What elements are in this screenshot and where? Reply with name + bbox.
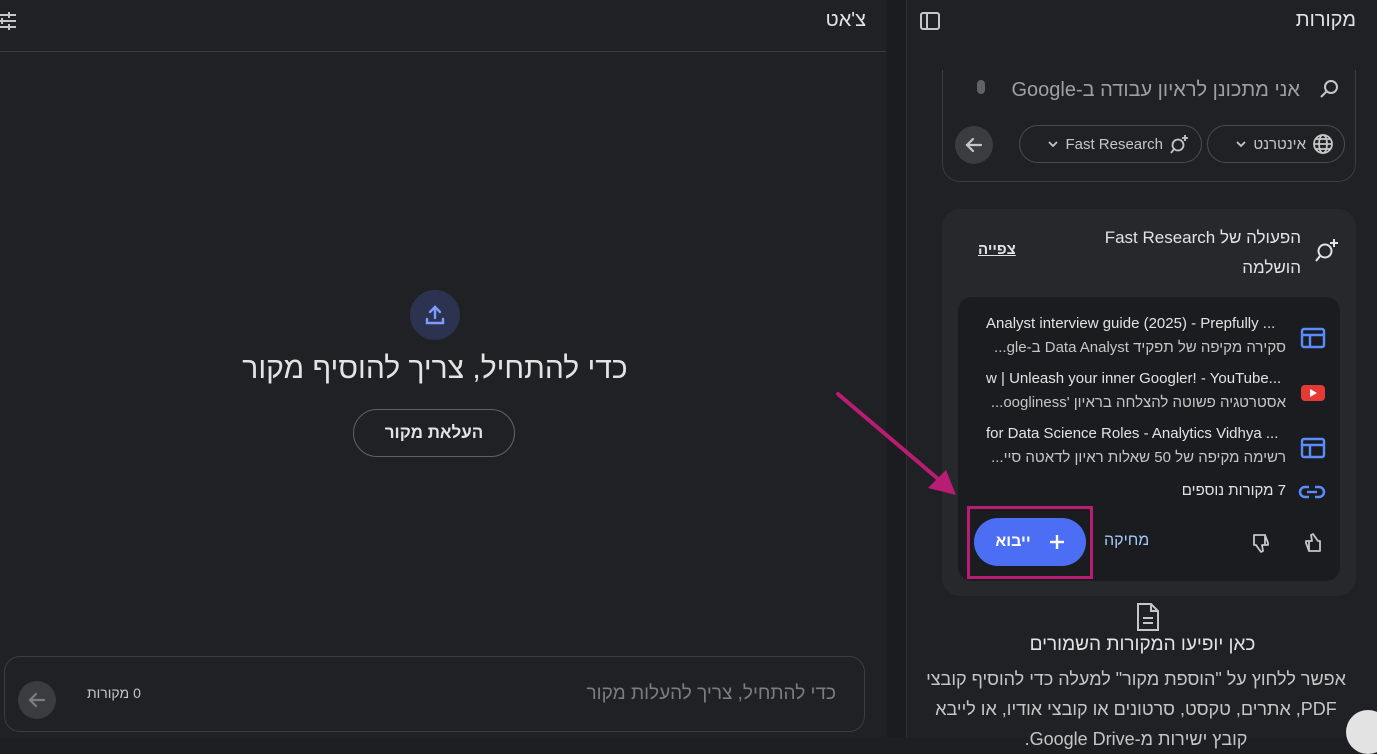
youtube-icon	[1301, 385, 1325, 401]
research-sparkle-icon	[1315, 239, 1338, 262]
result-title: Analyst interview guide (2025) - Prepful…	[986, 315, 1276, 332]
arrow-left-icon	[28, 692, 46, 708]
research-status-title: הפעולה של Fast Research הושלמה	[1104, 228, 1301, 277]
scroll-indicator	[977, 80, 985, 94]
source-type-dropdown[interactable]: אינטרנט	[1207, 125, 1345, 163]
result-title: for Data Science Roles - Analytics Vidhy…	[986, 425, 1279, 442]
result-subtitle: סקירה מקיפה של תפקיד Data Analyst ב-gle.…	[994, 339, 1286, 356]
research-sparkle-icon	[1170, 135, 1188, 154]
saved-sources-title: כאן יופיעו המקורות השמורים	[1029, 634, 1256, 655]
thumb-down-icon[interactable]	[1250, 531, 1274, 555]
divider	[886, 0, 908, 737]
tune-icon[interactable]	[0, 8, 20, 34]
link-icon	[1298, 485, 1326, 499]
research-search-box[interactable]: אני מתכונן לראיון עבודה ב-Google אינטרנט…	[942, 70, 1356, 182]
research-result-card: הפעולה של Fast Research הושלמה צפייה Ana…	[942, 209, 1356, 596]
web-article-icon	[1300, 327, 1326, 349]
search-icon	[1320, 80, 1338, 98]
empty-state-title: כדי להתחיל, צריך להוסיף מקור	[242, 352, 628, 385]
research-results-list: Analyst interview guide (2025) - Prepful…	[958, 297, 1340, 581]
arrow-left-icon	[965, 137, 983, 153]
saved-sources-text: אפשר ללחוץ על "הוספת מקור" למעלה כדי להו…	[926, 669, 1346, 749]
search-query: אני מתכונן לראיון עבודה ב-Google	[1011, 79, 1300, 101]
chat-title: צ'אט	[825, 9, 866, 31]
chat-panel: צ'אט כדי להתחיל, צריך להוסיף מקור העלאת …	[0, 0, 886, 737]
sources-title: מקורות	[1295, 9, 1356, 31]
chat-input[interactable]: כדי להתחיל, צריך להעלות מקור 0 מקורות	[4, 656, 865, 732]
chevron-down-icon	[1048, 141, 1059, 148]
list-item[interactable]: for Data Science Roles - Analytics Vidhy…	[958, 417, 1340, 467]
chevron-down-icon	[1236, 141, 1247, 148]
research-mode-dropdown[interactable]: Fast Research	[1019, 125, 1202, 163]
result-subtitle: רשימה מקיפה של 50 שאלות ראיון לדאטה סיי.…	[991, 449, 1286, 466]
list-item[interactable]: Analyst interview guide (2025) - Prepful…	[958, 307, 1340, 357]
sources-header: מקורות	[907, 0, 1377, 42]
chip-web-label: אינטרנט	[1253, 135, 1306, 153]
delete-button[interactable]: מחיקה	[1104, 532, 1149, 550]
import-label: ייבוא	[995, 533, 1031, 550]
upload-icon	[410, 290, 460, 340]
upload-source-button[interactable]: העלאת מקור	[353, 409, 515, 457]
sources-panel: מקורות אני מתכונן לראיון עבודה ב-Google …	[906, 0, 1377, 749]
chip-research-label: Fast Research	[1065, 135, 1163, 153]
chat-input-placeholder: כדי להתחיל, צריך להעלות מקור	[586, 683, 836, 704]
plus-icon	[1049, 535, 1064, 549]
view-link[interactable]: צפייה	[978, 241, 1016, 258]
thumb-up-icon[interactable]	[1300, 531, 1324, 555]
document-icon	[1137, 603, 1159, 631]
globe-icon	[1313, 134, 1333, 154]
result-title: w | Unleash your inner Googler! - YouTub…	[986, 370, 1282, 387]
import-button[interactable]: ייבוא	[974, 518, 1086, 566]
more-sources-link[interactable]: 7 מקורות נוספים	[1182, 482, 1286, 499]
list-item[interactable]: w | Unleash your inner Googler! - YouTub…	[958, 362, 1340, 412]
submit-research-button[interactable]	[955, 126, 993, 164]
chat-header: צ'אט	[0, 0, 886, 52]
source-count: 0 מקורות	[87, 685, 141, 701]
web-article-icon	[1300, 437, 1326, 459]
collapse-panel-icon[interactable]	[919, 10, 941, 32]
result-subtitle: אסטרטגיה פשוטה להצלחה בראיון 'oogliness.…	[990, 394, 1286, 411]
send-button[interactable]	[18, 681, 56, 719]
